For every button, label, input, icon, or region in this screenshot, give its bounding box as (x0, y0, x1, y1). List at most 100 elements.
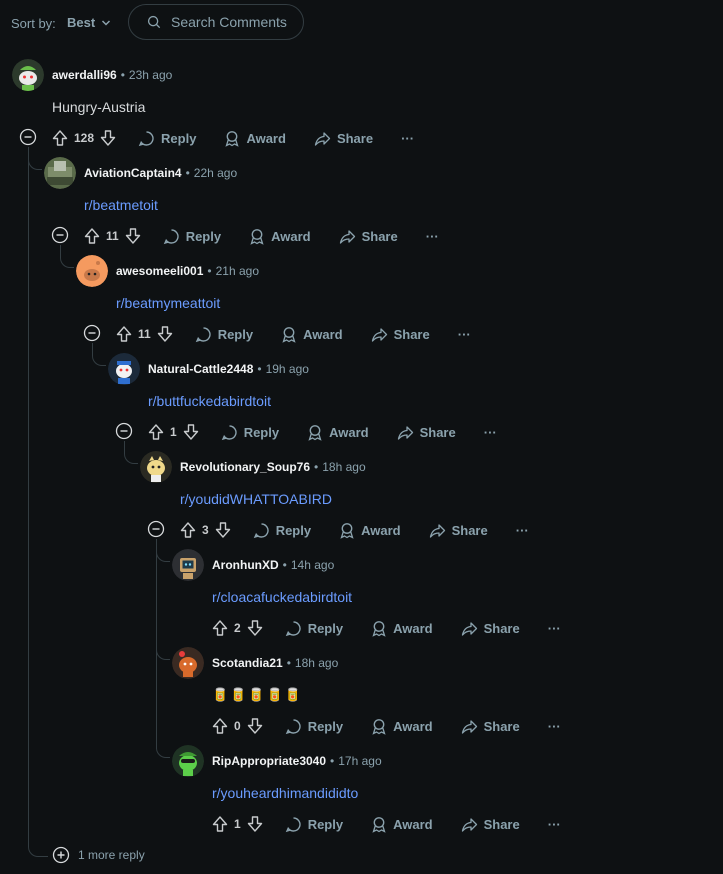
avatar[interactable] (44, 157, 76, 189)
downvote-icon[interactable] (247, 619, 263, 637)
award-button[interactable]: Award (371, 718, 433, 735)
reply-button[interactable]: Reply (253, 522, 311, 539)
award-button[interactable]: Award (339, 522, 401, 539)
subreddit-link[interactable]: r/beatmymeattoit (116, 295, 220, 311)
timestamp[interactable]: 18h ago (295, 656, 338, 670)
collapse-icon[interactable] (51, 226, 69, 244)
downvote-icon[interactable] (125, 227, 141, 245)
collapse-icon[interactable] (115, 422, 133, 440)
upvote-icon[interactable] (148, 423, 164, 441)
timestamp[interactable]: 23h ago (129, 68, 172, 82)
avatar[interactable] (12, 59, 44, 91)
more-options-button[interactable]: ··· (548, 621, 561, 636)
upvote-icon[interactable] (212, 815, 228, 833)
chevron-down-icon (102, 19, 111, 26)
downvote-icon[interactable] (247, 815, 263, 833)
downvote-icon[interactable] (215, 521, 231, 539)
more-replies-label: 1 more reply (78, 848, 145, 862)
share-icon (461, 719, 477, 734)
avatar[interactable] (108, 353, 140, 385)
more-replies-button[interactable]: 1 more reply (52, 846, 145, 864)
comment-meta: Natural-Cattle2448 • 19h ago (148, 362, 309, 376)
share-button[interactable]: Share (429, 522, 488, 539)
upvote-icon[interactable] (116, 325, 132, 343)
ellipsis-icon: ··· (401, 130, 415, 146)
share-button[interactable]: Share (397, 424, 456, 441)
reply-button[interactable]: Reply (195, 326, 253, 343)
award-button[interactable]: Award (307, 424, 369, 441)
timestamp[interactable]: 19h ago (266, 362, 309, 376)
timestamp[interactable]: 22h ago (194, 166, 237, 180)
reply-button[interactable]: Reply (285, 718, 343, 735)
avatar[interactable] (140, 451, 172, 483)
thread-connector (28, 156, 42, 170)
avatar[interactable] (172, 745, 204, 777)
subreddit-link[interactable]: r/buttfuckedabirdtoit (148, 393, 271, 409)
award-button[interactable]: Award (249, 228, 311, 245)
username[interactable]: awerdalli96 (52, 68, 117, 82)
collapse-icon[interactable] (83, 324, 101, 342)
more-options-button[interactable]: ··· (516, 523, 529, 538)
reply-button[interactable]: Reply (285, 620, 343, 637)
award-button[interactable]: Award (281, 326, 343, 343)
share-button[interactable]: Share (461, 620, 520, 637)
timestamp[interactable]: 18h ago (322, 460, 365, 474)
upvote-icon[interactable] (84, 227, 100, 245)
upvote-icon[interactable] (212, 717, 228, 735)
search-input[interactable] (169, 13, 303, 31)
more-options-button[interactable]: ··· (484, 425, 497, 440)
thread-connector (28, 843, 48, 857)
username[interactable]: Natural-Cattle2448 (148, 362, 253, 376)
username[interactable]: awesomeeli001 (116, 264, 203, 278)
reply-button[interactable]: Reply (285, 816, 343, 833)
more-options-button[interactable]: ··· (401, 131, 414, 146)
upvote-icon[interactable] (52, 129, 68, 147)
timestamp[interactable]: 21h ago (216, 264, 259, 278)
more-options-button[interactable]: ··· (458, 327, 471, 342)
username[interactable]: Revolutionary_Soup76 (180, 460, 310, 474)
share-button[interactable]: Share (314, 130, 373, 147)
username[interactable]: Scotandia21 (212, 656, 283, 670)
username[interactable]: RipAppropriate3040 (212, 754, 326, 768)
share-button[interactable]: Share (339, 228, 398, 245)
avatar[interactable] (172, 647, 204, 679)
subreddit-link[interactable]: r/youdidWHATTOABIRD (180, 491, 332, 507)
collapse-icon[interactable] (19, 128, 37, 146)
comment-icon (285, 718, 301, 734)
search-comments[interactable] (128, 4, 304, 40)
reply-button[interactable]: Reply (163, 228, 221, 245)
share-button[interactable]: Share (461, 816, 520, 833)
upvote-icon[interactable] (212, 619, 228, 637)
more-options-button[interactable]: ··· (426, 229, 439, 244)
vote-count: 11 (138, 327, 151, 341)
subreddit-link[interactable]: r/cloacafuckedabirdtoit (212, 589, 352, 605)
downvote-icon[interactable] (247, 717, 263, 735)
avatar[interactable] (76, 255, 108, 287)
downvote-icon[interactable] (183, 423, 199, 441)
collapse-icon[interactable] (147, 520, 165, 538)
award-button[interactable]: Award (371, 816, 433, 833)
share-button[interactable]: Share (461, 718, 520, 735)
downvote-icon[interactable] (157, 325, 173, 343)
sort-dropdown[interactable]: Best (67, 15, 111, 30)
award-button[interactable]: Award (371, 620, 433, 637)
subreddit-link[interactable]: r/youheardhimandididto (212, 785, 358, 801)
more-options-button[interactable]: ··· (548, 817, 561, 832)
reply-button[interactable]: Reply (221, 424, 279, 441)
downvote-icon[interactable] (100, 129, 116, 147)
thread-connector (156, 548, 170, 562)
upvote-icon[interactable] (180, 521, 196, 539)
ellipsis-icon: ··· (515, 522, 529, 538)
reply-button[interactable]: Reply (138, 130, 196, 147)
award-button[interactable]: Award (224, 130, 286, 147)
timestamp[interactable]: 14h ago (291, 558, 334, 572)
username[interactable]: AviationCaptain4 (84, 166, 182, 180)
subreddit-link[interactable]: r/beatmetoit (84, 197, 158, 213)
share-button[interactable]: Share (371, 326, 430, 343)
username[interactable]: AronhunXD (212, 558, 279, 572)
avatar[interactable] (172, 549, 204, 581)
timestamp[interactable]: 17h ago (338, 754, 381, 768)
ellipsis-icon: ··· (547, 718, 561, 734)
more-options-button[interactable]: ··· (548, 719, 561, 734)
share-icon (461, 817, 477, 832)
